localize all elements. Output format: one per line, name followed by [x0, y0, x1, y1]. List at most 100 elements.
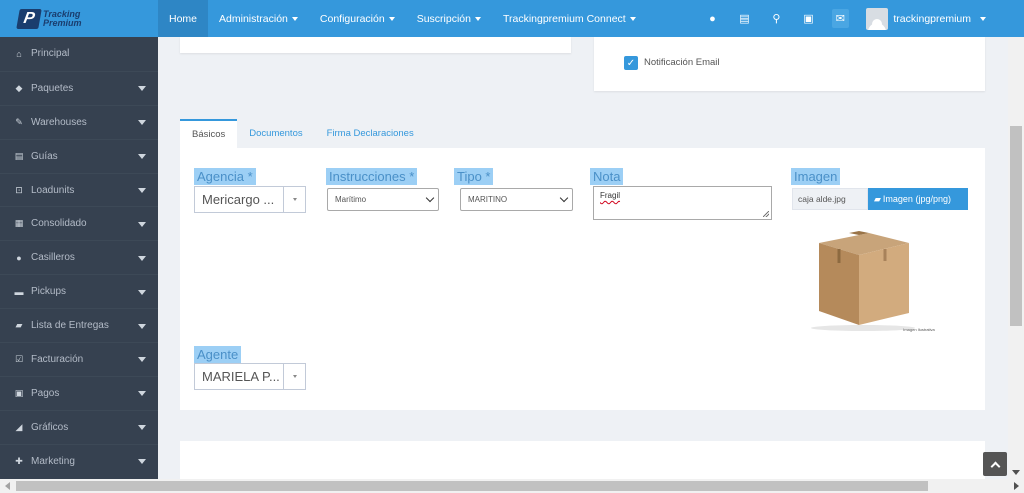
imagen-file-name: caja alde.jpg	[792, 188, 868, 210]
imagen-label: Imagen	[791, 168, 841, 185]
brand-logo[interactable]: P Tracking Premium	[0, 0, 158, 37]
search-icon[interactable]: ⚲	[760, 0, 792, 37]
imagen-caption: Imagen Ilustrativa	[903, 327, 935, 332]
agente-select[interactable]: MARIELA P...	[194, 363, 306, 390]
sidebar-item-guias[interactable]: ▤ Guías	[0, 138, 158, 173]
basicos-form: Agencia * Mericargo ... Instrucciones * …	[180, 148, 985, 410]
caret-down-icon	[138, 323, 146, 329]
sidebar-item-pagos[interactable]: ▣ Pagos	[0, 375, 158, 410]
brand-mark: P Tracking Premium	[16, 8, 82, 29]
caret-down-icon	[291, 16, 298, 21]
nota-label: Nota	[590, 168, 624, 185]
caret-down-icon	[980, 16, 986, 21]
sidebar-item-marketing[interactable]: ✚ Marketing	[0, 443, 158, 478]
caret-down-icon	[138, 289, 146, 295]
table-icon: ▦	[14, 218, 24, 229]
caret-down-icon	[388, 16, 395, 21]
sidebar-item-pickups[interactable]: ▬ Pickups	[0, 274, 158, 308]
scroll-right-arrow-icon[interactable]	[1014, 482, 1019, 490]
sidebar-item-paquetes[interactable]: ◆ Paquetes	[0, 70, 158, 105]
horizontal-scrollbar[interactable]	[0, 479, 1024, 493]
truck-icon: ▰	[15, 320, 23, 331]
notification-email-checkbox[interactable]: ✓	[624, 56, 638, 70]
globe-icon[interactable]: ●	[696, 0, 728, 37]
sidebar-item-loadunits[interactable]: ⊡ Loadunits	[0, 172, 158, 207]
caret-down-icon	[474, 16, 481, 21]
check-square-icon: ☑	[14, 353, 24, 364]
money-icon: ▣	[14, 387, 24, 398]
check-icon: ✓	[626, 57, 636, 69]
envelope-icon[interactable]: ✉	[824, 0, 856, 37]
caret-down-icon	[138, 425, 146, 431]
tag-icon: ◆	[15, 82, 23, 93]
nav-configuracion[interactable]: Configuración	[309, 0, 406, 37]
home-icon: ⌂	[16, 48, 22, 59]
brand-line-2: Premium	[43, 17, 82, 28]
tab-firma-declaraciones[interactable]: Firma Declaraciones	[315, 119, 426, 148]
caret-down-icon	[138, 255, 146, 261]
vertical-scrollbar[interactable]	[1008, 37, 1024, 479]
car-icon: ▬	[14, 286, 24, 297]
chevron-up-icon	[990, 461, 1000, 471]
instrucciones-label: Instrucciones *	[326, 168, 418, 185]
tab-documentos[interactable]: Documentos	[237, 119, 314, 148]
chevron-down-icon	[559, 193, 569, 203]
agencia-label: Agencia *	[194, 168, 256, 185]
back-to-top-button[interactable]	[983, 452, 1007, 476]
nav-home[interactable]: Home	[158, 0, 209, 37]
sidebar-item-graficos[interactable]: ◢ Gráficos	[0, 409, 158, 444]
edit-icon: ✎	[15, 116, 23, 127]
horizontal-scroll-thumb[interactable]	[16, 481, 928, 491]
caret-down-icon	[138, 357, 146, 363]
main-content: ✓ Notificación Email Básicos Documentos …	[158, 37, 1008, 479]
sidebar-item-warehouses[interactable]: ✎ Warehouses	[0, 104, 158, 139]
tab-bar: Básicos Documentos Firma Declaraciones	[180, 119, 426, 148]
instrucciones-select[interactable]: Marítimo	[327, 188, 439, 211]
scroll-down-arrow-icon[interactable]	[1012, 470, 1020, 475]
scroll-left-arrow-icon[interactable]	[5, 482, 10, 490]
caret-down-icon	[138, 221, 146, 227]
sidebar-item-facturacion[interactable]: ☑ Facturación	[0, 342, 158, 376]
avatar	[866, 7, 889, 30]
tab-basicos[interactable]: Básicos	[180, 119, 238, 148]
list-icon: ▤	[14, 150, 24, 161]
caret-down-icon	[138, 86, 146, 92]
money-icon[interactable]: ▣	[792, 0, 824, 37]
user-plus-icon: ✚	[15, 455, 23, 466]
caret-down-icon	[138, 154, 146, 160]
nav-suscripcion[interactable]: Suscripción	[406, 0, 492, 37]
resize-handle-icon[interactable]	[763, 211, 769, 217]
top-navbar: P Tracking Premium Home Administración C…	[0, 0, 1024, 37]
nav-administracion[interactable]: Administración	[208, 0, 309, 37]
caret-down-icon	[138, 459, 146, 465]
nota-textarea[interactable]: Fragil	[593, 186, 772, 220]
map-marker-icon: ●	[16, 252, 22, 263]
sidebar: ⌂ Principal ◆ Paquetes ✎ Warehouses ▤ Guías …	[0, 37, 158, 479]
agencia-select[interactable]: Mericargo ...	[194, 186, 306, 213]
nav-trackingpremium-connect[interactable]: Trackingpremium Connect	[492, 0, 647, 37]
sidebar-item-casilleros[interactable]: ● Casilleros	[0, 240, 158, 274]
sidebar-item-consolidado[interactable]: ▦ Consolidado	[0, 206, 158, 240]
select-arrow-icon	[283, 187, 305, 212]
tipo-label: Tipo *	[454, 168, 494, 185]
imagen-upload-button[interactable]: ▰ Imagen (jpg/png)	[868, 188, 968, 210]
vertical-scroll-thumb[interactable]	[1010, 126, 1022, 326]
top-left-card	[180, 37, 571, 53]
agente-label: Agente	[194, 346, 242, 363]
box-image: Imagen Ilustrativa	[811, 231, 936, 332]
brand-letter: P	[16, 8, 42, 29]
notification-card: ✓ Notificación Email	[594, 37, 985, 91]
user-menu[interactable]: trackingpremium	[856, 0, 1024, 37]
sidebar-item-lista-de-entregas[interactable]: ▰ Lista de Entregas	[0, 308, 158, 342]
caret-down-icon	[138, 391, 146, 397]
tipo-select[interactable]: MARITINO	[460, 188, 573, 211]
object-group-icon: ⊡	[15, 184, 23, 195]
sidebar-item-principal[interactable]: ⌂ Principal	[0, 37, 158, 71]
caret-down-icon	[138, 188, 146, 193]
folder-open-icon: ▰	[874, 193, 881, 204]
caret-down-icon	[138, 120, 146, 126]
list-icon[interactable]: ▤	[728, 0, 760, 37]
user-name: trackingpremium	[893, 12, 971, 25]
notification-email-label: Notificación Email	[644, 57, 720, 68]
area-chart-icon: ◢	[15, 421, 23, 432]
